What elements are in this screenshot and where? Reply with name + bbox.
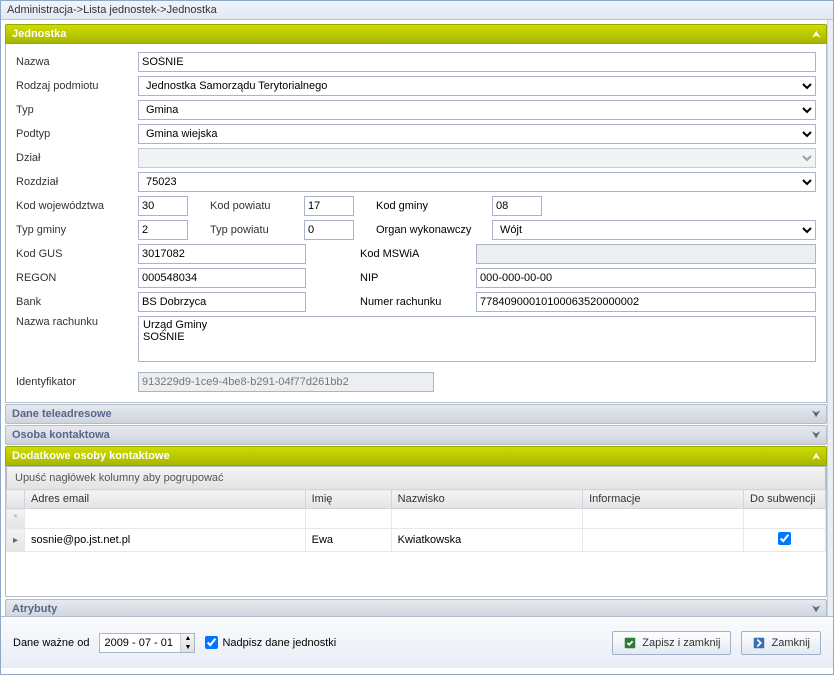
label-typ: Typ <box>16 104 134 116</box>
cell-info[interactable] <box>583 529 744 552</box>
grid-groupby-hint[interactable]: Upuść nagłówek kolumny aby pogrupować <box>6 466 826 489</box>
cell-email[interactable]: sosnie@po.jst.net.pl <box>25 529 306 552</box>
contacts-grid[interactable]: Adres email Imię Nazwisko Informacje Do … <box>6 489 826 552</box>
label-numrach: Numer rachunku <box>360 296 472 308</box>
section-body-jednostka: Nazwa Rodzaj podmiotu Jednostka Samorząd… <box>5 44 827 403</box>
label-kodpow: Kod powiatu <box>210 200 300 212</box>
kodmsw-input <box>476 244 816 264</box>
save-icon <box>623 636 637 650</box>
label-rozdzial: Rozdział <box>16 176 134 188</box>
breadcrumb: Administracja->Lista jednostek->Jednostk… <box>1 1 833 20</box>
date-input[interactable] <box>100 634 180 652</box>
section-title: Jednostka <box>12 28 66 40</box>
ident-input <box>138 372 434 392</box>
date-spinner[interactable]: ▲▼ <box>180 634 194 652</box>
label-kodwoj: Kod województwa <box>16 200 134 212</box>
cell-nazwisko[interactable]: Kwiatkowska <box>391 529 582 552</box>
col-subw[interactable]: Do subwencji <box>744 490 826 509</box>
cell-imie[interactable]: Ewa <box>305 529 391 552</box>
section-title: Atrybuty <box>12 603 57 615</box>
section-header-extra[interactable]: Dodatkowe osoby kontaktowe ⮝ <box>5 446 827 466</box>
label-rodzaj: Rodzaj podmiotu <box>16 80 134 92</box>
bottom-toolbar: Dane ważne od ▲▼ Nadpisz dane jednostki … <box>1 616 833 668</box>
numrach-input[interactable] <box>476 292 816 312</box>
rozdzial-select[interactable]: 75023 <box>138 172 816 192</box>
chevron-up-icon: ⮝ <box>812 451 820 462</box>
label-ident: Identyfikator <box>16 376 134 388</box>
table-row[interactable]: ▸ sosnie@po.jst.net.pl Ewa Kwiatkowska <box>7 529 826 552</box>
kodpow-input[interactable] <box>304 196 354 216</box>
close-icon <box>752 636 766 650</box>
typgm-input[interactable] <box>138 220 188 240</box>
label-regon: REGON <box>16 272 134 284</box>
new-row-icon: * <box>7 509 25 529</box>
label-nazwa: Nazwa <box>16 56 134 68</box>
label-organ: Organ wykonawczy <box>376 224 488 236</box>
close-label: Zamknij <box>771 637 810 649</box>
col-email[interactable]: Adres email <box>25 490 306 509</box>
typpow-input[interactable] <box>304 220 354 240</box>
label-bank: Bank <box>16 296 134 308</box>
current-row-icon: ▸ <box>7 529 25 552</box>
overwrite-checkbox-label[interactable]: Nadpisz dane jednostki <box>205 636 336 649</box>
label-dzial: Dział <box>16 152 134 164</box>
section-title: Osoba kontaktowa <box>12 429 110 441</box>
chevron-down-icon: ⮟ <box>812 430 820 441</box>
label-podtyp: Podtyp <box>16 128 134 140</box>
regon-input[interactable] <box>138 268 306 288</box>
typ-select[interactable]: Gmina <box>138 100 816 120</box>
organ-select[interactable]: Wójt <box>492 220 816 240</box>
cell-subw[interactable] <box>744 529 826 552</box>
chevron-down-icon: ⮟ <box>812 604 820 615</box>
close-button[interactable]: Zamknij <box>741 631 821 655</box>
table-row-new[interactable]: * <box>7 509 826 529</box>
label-valid-from: Dane ważne od <box>13 637 89 649</box>
date-field[interactable]: ▲▼ <box>99 633 195 653</box>
chevron-up-icon: ⮝ <box>812 29 820 40</box>
col-info[interactable]: Informacje <box>583 490 744 509</box>
nazwa-input[interactable] <box>138 52 816 72</box>
save-label: Zapisz i zamknij <box>642 637 720 649</box>
label-kodgus: Kod GUS <box>16 248 134 260</box>
section-header-jednostka[interactable]: Jednostka ⮝ <box>5 24 827 44</box>
section-header-person[interactable]: Osoba kontaktowa ⮟ <box>5 425 827 445</box>
subw-checkbox[interactable] <box>778 532 791 545</box>
label-kodgm: Kod gminy <box>376 200 488 212</box>
col-nazwisko[interactable]: Nazwisko <box>391 490 582 509</box>
label-nip: NIP <box>360 272 472 284</box>
kodwoj-input[interactable] <box>138 196 188 216</box>
overwrite-checkbox[interactable] <box>205 636 218 649</box>
label-nazwarach: Nazwa rachunku <box>16 316 134 328</box>
resize-handle[interactable] <box>827 20 833 616</box>
label-kodmsw: Kod MSWiA <box>360 248 472 260</box>
chevron-down-icon: ⮟ <box>812 409 820 420</box>
rodzaj-select[interactable]: Jednostka Samorządu Terytorialnego <box>138 76 816 96</box>
dzial-select <box>138 148 816 168</box>
section-header-attrs[interactable]: Atrybuty ⮟ <box>5 599 827 616</box>
label-typgm: Typ gminy <box>16 224 134 236</box>
section-title: Dodatkowe osoby kontaktowe <box>12 450 170 462</box>
nazwarach-textarea[interactable] <box>138 316 816 362</box>
bank-input[interactable] <box>138 292 306 312</box>
section-body-extra: Upuść nagłówek kolumny aby pogrupować Ad… <box>5 466 827 597</box>
save-and-close-button[interactable]: Zapisz i zamknij <box>612 631 731 655</box>
label-typpow: Typ powiatu <box>210 224 300 236</box>
kodgus-input[interactable] <box>138 244 306 264</box>
section-title: Dane teleadresowe <box>12 408 112 420</box>
col-imie[interactable]: Imię <box>305 490 391 509</box>
overwrite-text: Nadpisz dane jednostki <box>222 637 336 649</box>
kodgm-input[interactable] <box>492 196 542 216</box>
nip-input[interactable] <box>476 268 816 288</box>
grid-rowheader-col <box>7 490 25 509</box>
section-header-contact[interactable]: Dane teleadresowe ⮟ <box>5 404 827 424</box>
podtyp-select[interactable]: Gmina wiejska <box>138 124 816 144</box>
